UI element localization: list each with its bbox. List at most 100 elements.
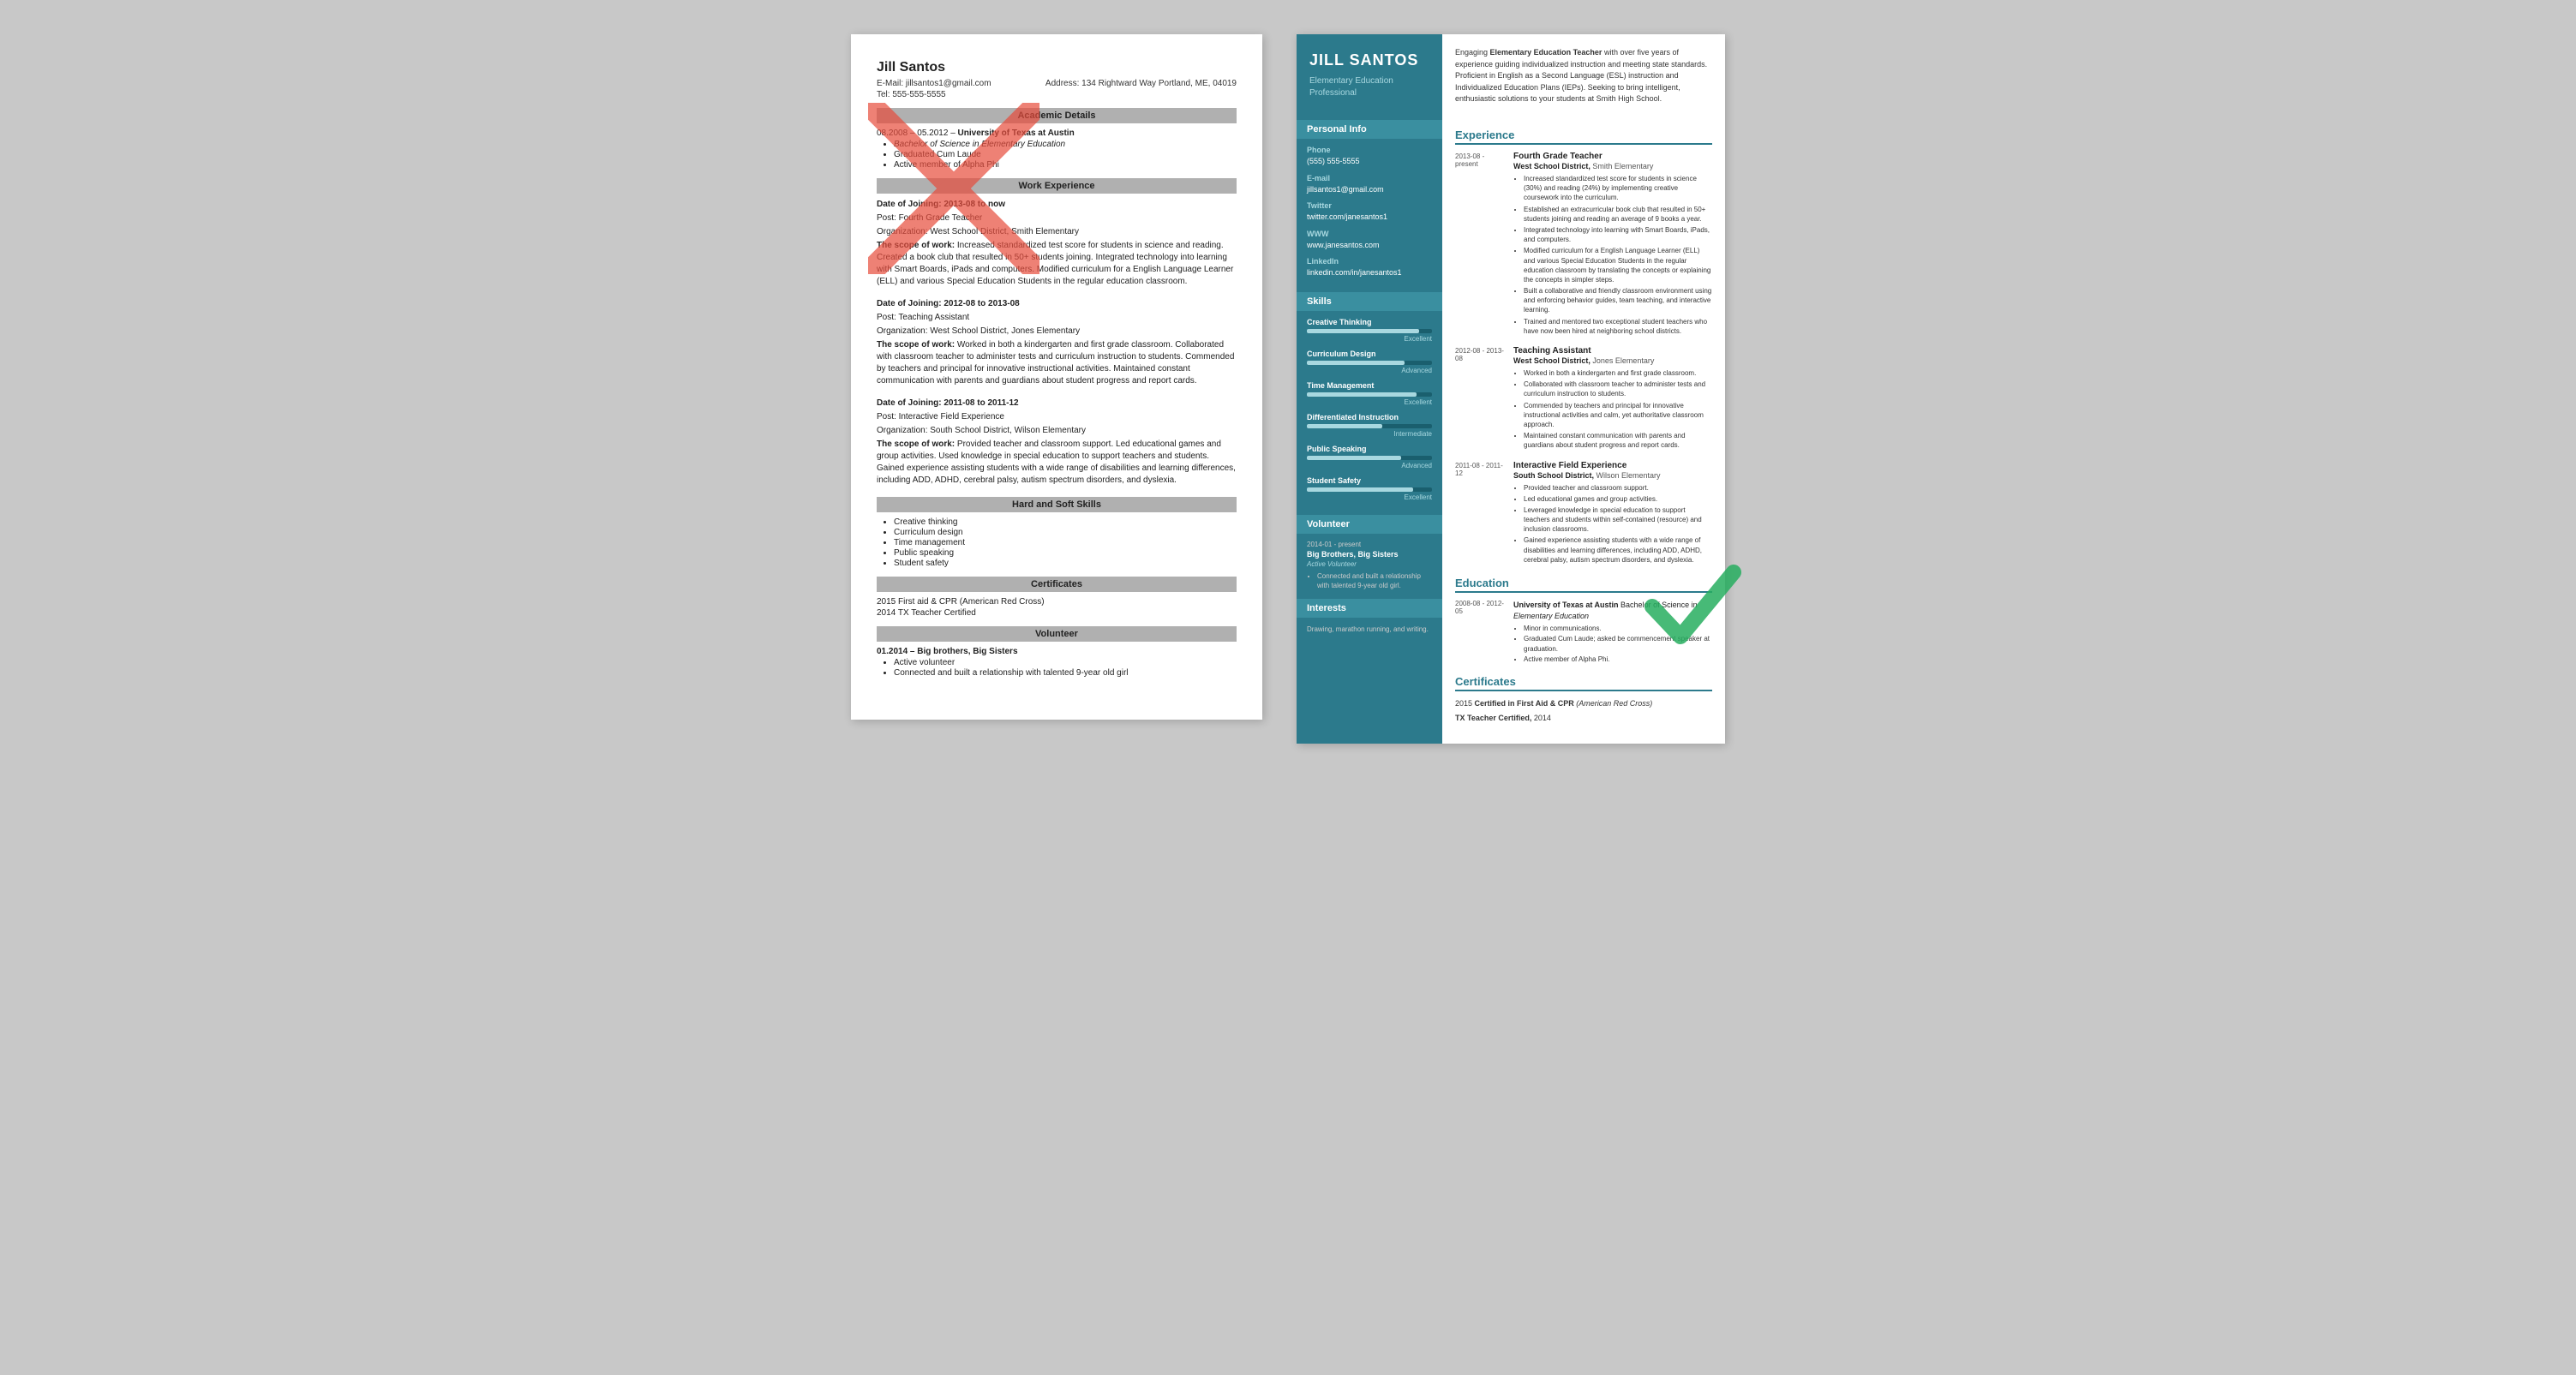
skill-item: Curriculum design (894, 528, 1237, 537)
skill-item: Student safety (894, 559, 1237, 568)
www-item: WWW www.janesantos.com (1307, 230, 1432, 251)
twitter-item: Twitter twitter.com/janesantos1 (1307, 201, 1432, 223)
edu-detail-1: University of Texas at Austin Bachelor o… (1513, 600, 1712, 665)
skills-title: Skills (1297, 292, 1442, 311)
right-name: JILL SANTOS (1309, 51, 1429, 70)
academic-item: Bachelor of Science in Elementary Educat… (894, 140, 1237, 149)
skill-public: Public Speaking Advanced (1307, 445, 1432, 469)
cert-item-1: 2015 Certified in First Aid & CPR (Ameri… (1455, 698, 1712, 710)
volunteer-left-title: Volunteer (1297, 515, 1442, 534)
skill-bar-fill (1307, 456, 1401, 460)
academic-date-univ: 08.2008 – 05.2012 – University of Texas … (877, 129, 1237, 138)
phone-item: Phone (555) 555-5555 (1307, 146, 1432, 167)
email-item: E-mail jillsantos1@gmail.com (1307, 174, 1432, 195)
skill-item: Public speaking (894, 548, 1237, 558)
certificates-section: Certificates 2015 Certified in First Aid… (1455, 675, 1712, 725)
edu-entry-1: 2008-08 - 2012-05 University of Texas at… (1455, 600, 1712, 665)
personal-info-title: Personal Info (1297, 120, 1442, 139)
cert-item-2: TX Teacher Certified, 2014 (1455, 713, 1712, 725)
experience-title: Experience (1455, 129, 1712, 145)
skill-bar-fill (1307, 329, 1419, 333)
skill-item: Creative thinking (894, 517, 1237, 527)
left-tel: Tel: 555-555-5555 (877, 90, 1237, 99)
volunteer-left-content: 2014-01 - present Big Brothers, Big Sist… (1297, 534, 1442, 599)
skill-time: Time Management Excellent (1307, 381, 1432, 406)
right-subtitle: Elementary Education Professional (1309, 75, 1429, 99)
work-entry-2: Date of Joining: 2012-08 to 2013-08 Post… (877, 298, 1237, 387)
academic-item: Active member of Alpha Phi (894, 160, 1237, 170)
cert-item: 2014 TX Teacher Certified (877, 608, 1237, 618)
education-section: Education 2008-08 - 2012-05 University o… (1455, 577, 1712, 665)
skill-safety: Student Safety Excellent (1307, 476, 1432, 501)
personal-info-content: Phone (555) 555-5555 E-mail jillsantos1@… (1297, 139, 1442, 292)
left-resume: Jill Santos E-Mail: jillsantos1@gmail.co… (851, 34, 1262, 720)
left-header: Jill Santos E-Mail: jillsantos1@gmail.co… (877, 60, 1237, 99)
right-body-left: Personal Info Phone (555) 555-5555 E-mai… (1297, 120, 1442, 744)
work-section-header: Work Experience (877, 178, 1237, 194)
skill-bar-bg (1307, 456, 1432, 460)
exp-entry-1: 2013-08 - present Fourth Grade Teacher W… (1455, 152, 1712, 338)
exp-bullets-2: Worked in both a kindergarten and first … (1524, 368, 1712, 451)
cert-item: 2015 First aid & CPR (American Red Cross… (877, 597, 1237, 607)
vol-section-header: Volunteer (877, 626, 1237, 642)
left-contact: E-Mail: jillsantos1@gmail.com Address: 1… (877, 79, 1237, 88)
work-entry-3: Date of Joining: 2011-08 to 2011-12 Post… (877, 398, 1237, 487)
vol-item: Connected and built a relationship with … (894, 668, 1237, 678)
skill-item: Time management (894, 538, 1237, 547)
skill-creative: Creative Thinking Excellent (1307, 318, 1432, 343)
interests-section: Interests Drawing, marathon running, and… (1297, 599, 1442, 642)
skill-bar-bg (1307, 329, 1432, 333)
academic-section: 08.2008 – 05.2012 – University of Texas … (877, 129, 1237, 170)
volunteer-left-section: Volunteer 2014-01 - present Big Brothers… (1297, 515, 1442, 599)
skill-bar-bg (1307, 361, 1432, 365)
cert-section: 2015 First aid & CPR (American Red Cross… (877, 597, 1237, 618)
skill-bar-fill (1307, 424, 1382, 428)
skills-list: Creative thinking Curriculum design Time… (894, 517, 1237, 568)
exp-bullets-3: Provided teacher and classroom support. … (1524, 483, 1712, 565)
work-entry-1: Date of Joining: 2013-08 to now Post: Fo… (877, 199, 1237, 288)
skill-bar-fill (1307, 361, 1405, 365)
academic-item: Graduated Cum Laude (894, 150, 1237, 159)
cert-section-header: Certificates (877, 577, 1237, 592)
skill-bar-bg (1307, 424, 1432, 428)
personal-info-section: Personal Info Phone (555) 555-5555 E-mai… (1297, 120, 1442, 292)
right-header-left: JILL SANTOS Elementary Education Profess… (1297, 34, 1442, 120)
exp-detail-1: Fourth Grade Teacher West School Distric… (1513, 152, 1712, 338)
vol-bullets: Connected and built a relationship with … (1317, 571, 1432, 590)
skill-bar-bg (1307, 392, 1432, 397)
right-header-right: Engaging Elementary Education Teacher wi… (1442, 34, 1725, 120)
skill-diff: Differentiated Instruction Intermediate (1307, 413, 1432, 438)
education-title: Education (1455, 577, 1712, 593)
left-address: Address: 134 Rightward Way Portland, ME,… (1045, 79, 1237, 88)
interests-content: Drawing, marathon running, and writing. (1297, 618, 1442, 642)
right-header: JILL SANTOS Elementary Education Profess… (1297, 34, 1725, 120)
right-resume: JILL SANTOS Elementary Education Profess… (1297, 34, 1725, 744)
certificates-title: Certificates (1455, 675, 1712, 691)
exp-entry-3: 2011-08 - 2011-12 Interactive Field Expe… (1455, 461, 1712, 567)
skill-bar-fill (1307, 392, 1417, 397)
skills-content: Creative Thinking Excellent Curriculum D… (1297, 311, 1442, 515)
right-summary: Engaging Elementary Education Teacher wi… (1455, 47, 1712, 105)
exp-bullets-1: Increased standardized test score for st… (1524, 174, 1712, 336)
skill-curriculum: Curriculum Design Advanced (1307, 350, 1432, 374)
linkedin-item: LinkedIn linkedin.com/in/janesantos1 (1307, 257, 1432, 278)
vol-item: Active volunteer (894, 658, 1237, 667)
right-body: Personal Info Phone (555) 555-5555 E-mai… (1297, 120, 1725, 744)
vol-list: Active volunteer Connected and built a r… (894, 658, 1237, 678)
edu-bullets: Minor in communications. Graduated Cum L… (1524, 624, 1712, 664)
exp-entry-2: 2012-08 - 2013-08 Teaching Assistant Wes… (1455, 346, 1712, 452)
right-body-right: Experience 2013-08 - present Fourth Grad… (1442, 120, 1725, 744)
volunteer-section: 01.2014 – Big brothers, Big Sisters Acti… (877, 647, 1237, 678)
skill-bar-fill (1307, 487, 1413, 492)
left-name: Jill Santos (877, 60, 1237, 75)
skill-bar-bg (1307, 487, 1432, 492)
skills-section: Skills Creative Thinking Excellent Curri… (1297, 292, 1442, 515)
exp-detail-2: Teaching Assistant West School District,… (1513, 346, 1712, 452)
interests-title: Interests (1297, 599, 1442, 618)
left-email: E-Mail: jillsantos1@gmail.com (877, 79, 991, 88)
exp-detail-3: Interactive Field Experience South Schoo… (1513, 461, 1712, 567)
skills-section-header: Hard and Soft Skills (877, 497, 1237, 512)
academic-section-header: Academic Details (877, 108, 1237, 123)
experience-section: Experience 2013-08 - present Fourth Grad… (1455, 129, 1712, 566)
academic-list: Bachelor of Science in Elementary Educat… (894, 140, 1237, 170)
